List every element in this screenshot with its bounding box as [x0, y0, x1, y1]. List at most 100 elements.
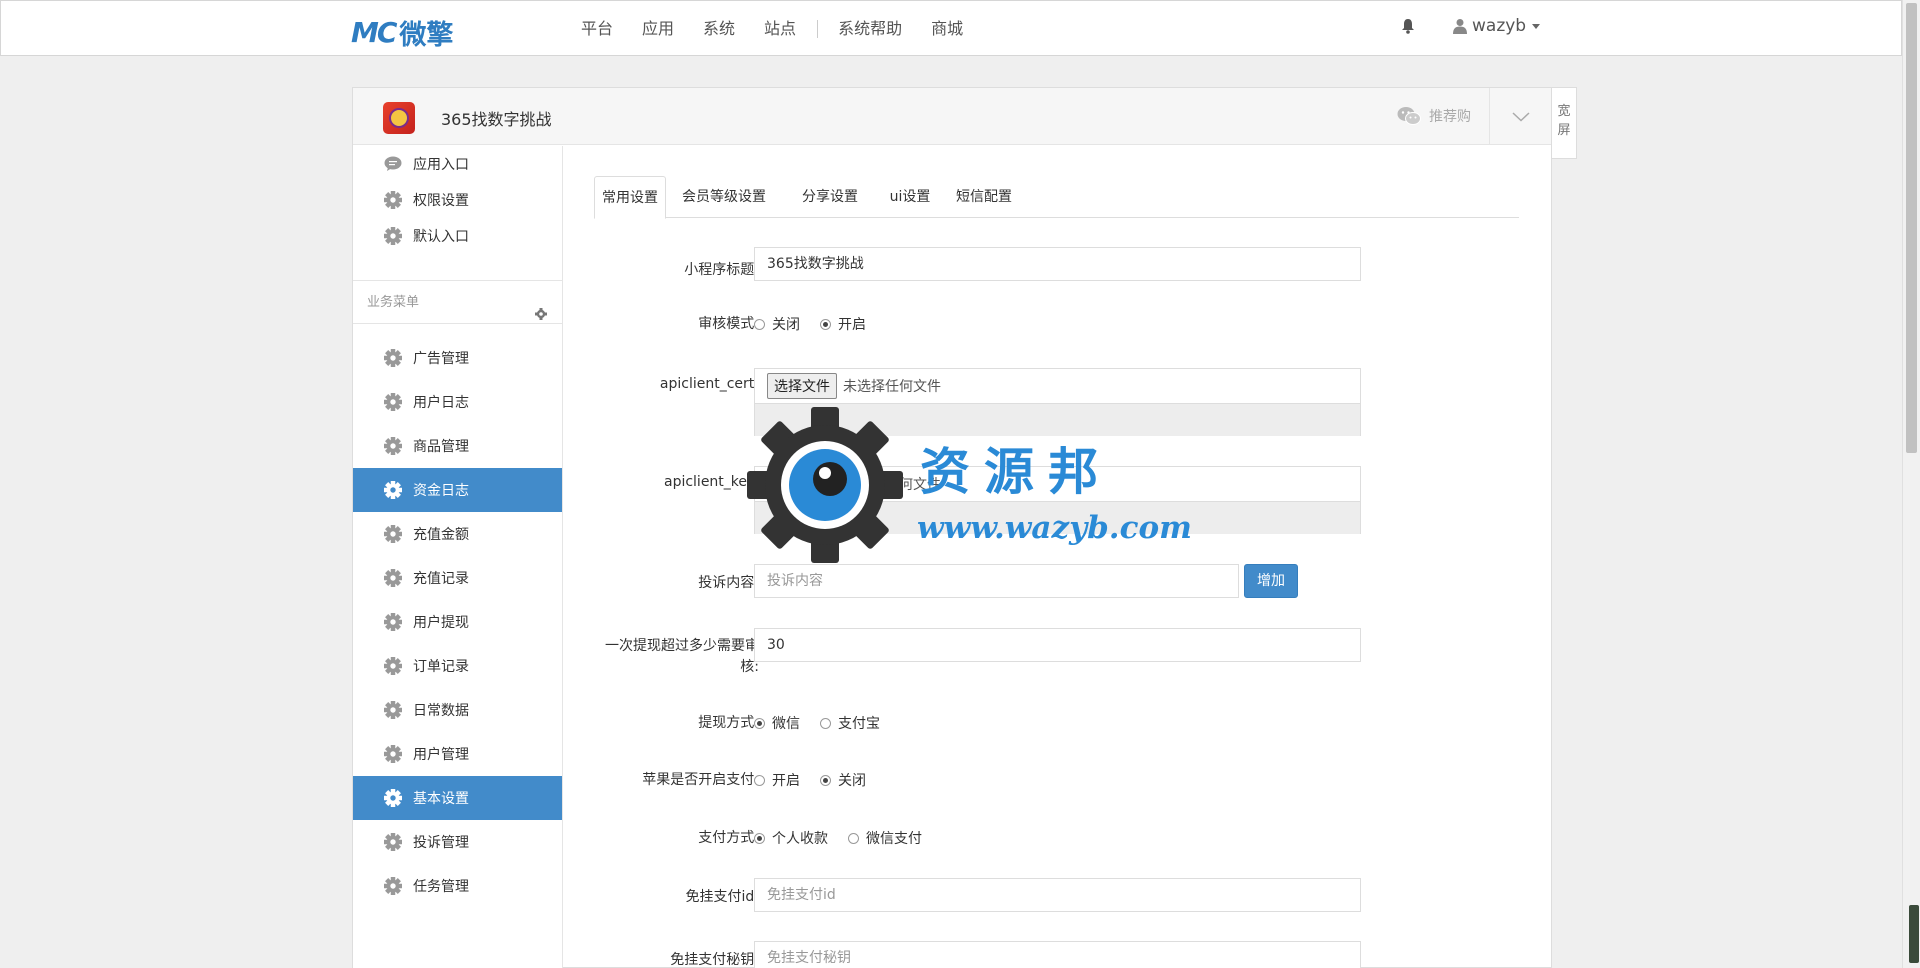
sidebar-item-label: 权限设置	[413, 193, 469, 209]
tab-sms[interactable]: 短信配置	[942, 176, 1026, 218]
audit-off-option[interactable]: 关闭	[754, 314, 800, 334]
cert-label: apiclient_cert:	[659, 376, 759, 392]
complaint-input[interactable]: 投诉内容	[754, 564, 1239, 598]
radio-icon	[754, 318, 765, 330]
caret-down-icon	[1532, 23, 1541, 29]
widescreen-toggle[interactable]: 宽屏	[1552, 87, 1577, 159]
top-nav: 平台 应用 系统 站点 系统帮助 商城	[581, 18, 992, 40]
sidebar-item[interactable]: 任务管理	[353, 864, 562, 908]
sidebar-item[interactable]: 日常数据	[353, 688, 562, 732]
top-navbar: MC 微擎 平台 应用 系统 站点 系统帮助 商城 wazyb	[0, 0, 1902, 56]
audit-on-label: 开启	[838, 317, 866, 333]
withdraw-way-label-wrap: 提现方式:	[582, 712, 759, 732]
free-id-input[interactable]: 免挂支付id	[754, 878, 1361, 912]
withdraw-wechat-option[interactable]: 微信	[754, 713, 800, 733]
title-input[interactable]: 365找数字挑战	[754, 247, 1361, 281]
nav-apps[interactable]: 应用	[642, 18, 674, 40]
apple-on-label: 开启	[772, 773, 800, 789]
radio-icon	[754, 774, 765, 786]
sidebar-item[interactable]: 基本设置	[353, 776, 562, 820]
logo-text: 微擎	[399, 20, 454, 51]
sidebar-item[interactable]: 用户管理	[353, 732, 562, 776]
gear-icon	[383, 436, 403, 456]
cert-file-box: 选择文件 未选择任何文件	[754, 368, 1361, 436]
sidebar-item-label: 充值记录	[413, 571, 469, 587]
radio-checked-icon	[820, 774, 831, 786]
floating-widget[interactable]	[1909, 905, 1919, 963]
scroll-thumb[interactable]	[1906, 3, 1917, 453]
withdraw-alipay-label: 支付宝	[838, 716, 880, 732]
apple-label: 苹果是否开启支付:	[642, 772, 759, 788]
sidebar-item[interactable]: 订单记录	[353, 644, 562, 688]
group-gear-icon[interactable]	[535, 295, 547, 339]
apple-off-label: 关闭	[838, 773, 866, 789]
user-menu[interactable]: wazyb	[1453, 16, 1541, 36]
gear-icon	[383, 832, 403, 852]
withdraw-alipay-option[interactable]: 支付宝	[820, 713, 880, 733]
radio-checked-icon	[754, 832, 765, 844]
nav-help[interactable]: 系统帮助	[838, 18, 902, 40]
key-textarea[interactable]	[755, 501, 1360, 534]
sidebar-item-label: 用户提现	[413, 615, 469, 631]
tab-ui[interactable]: ui设置	[878, 176, 942, 218]
gear-icon	[383, 524, 403, 544]
add-complaint-button[interactable]: 增加	[1244, 564, 1298, 598]
sidebar-item-label: 基本设置	[413, 791, 469, 807]
page-scrollbar[interactable]	[1902, 0, 1920, 968]
gear-icon	[383, 656, 403, 676]
sidebar: 应用入口 权限设置 默认入口 业务菜单 广告管理 用户日志 商品管理 资金日志 充值金额 充值记录…	[353, 146, 563, 968]
pay-way-radio-group: 个人收款 微信支付	[754, 828, 942, 848]
free-secret-label: 免挂支付秘钥:	[670, 952, 759, 968]
key-file-status: 未选择任何文件	[843, 477, 941, 493]
gear-icon	[383, 568, 403, 588]
chat-icon	[383, 154, 403, 174]
collapse-toggle[interactable]	[1489, 88, 1551, 145]
share-button[interactable]: 推荐购	[1397, 106, 1471, 126]
sidebar-item[interactable]: 广告管理	[353, 336, 562, 380]
sidebar-item[interactable]: 充值金额	[353, 512, 562, 556]
sidebar-item-label: 应用入口	[413, 157, 469, 173]
free-secret-label-wrap: 免挂支付秘钥:	[582, 949, 759, 968]
nav-site[interactable]: 站点	[764, 18, 796, 40]
title-label-wrap: 小程序标题:	[582, 252, 759, 286]
key-label: apiclient_key:	[663, 474, 759, 490]
sidebar-item[interactable]: 用户提现	[353, 600, 562, 644]
tab-share[interactable]: 分享设置	[782, 176, 878, 218]
brand-logo[interactable]: MC 微擎	[351, 13, 453, 52]
cert-textarea[interactable]	[755, 403, 1360, 436]
sidebar-item[interactable]: 投诉管理	[353, 820, 562, 864]
tab-member-level[interactable]: 会员等级设置	[666, 176, 782, 218]
withdraw-audit-input[interactable]: 30	[754, 628, 1361, 662]
gear-icon	[383, 744, 403, 764]
pay-personal-label: 个人收款	[772, 831, 828, 847]
nav-system[interactable]: 系统	[703, 18, 735, 40]
sidebar-item[interactable]: 用户日志	[353, 380, 562, 424]
cert-file-status: 未选择任何文件	[843, 379, 941, 395]
sidebar-item[interactable]: 充值记录	[353, 556, 562, 600]
nav-store[interactable]: 商城	[931, 18, 963, 40]
sidebar-item-label: 任务管理	[413, 879, 469, 895]
bell-icon[interactable]	[1401, 18, 1415, 38]
apple-radio-group: 开启 关闭	[754, 770, 886, 790]
free-secret-input[interactable]: 免挂支付秘钥	[754, 941, 1361, 968]
user-name: wazyb	[1472, 16, 1527, 36]
nav-platform[interactable]: 平台	[581, 18, 613, 40]
tab-general[interactable]: 常用设置	[594, 176, 666, 219]
nav-divider	[817, 20, 819, 38]
pay-personal-option[interactable]: 个人收款	[754, 828, 828, 848]
key-choose-file-button[interactable]: 选择文件	[767, 471, 837, 497]
sidebar-item-label: 日常数据	[413, 703, 469, 719]
sidebar-item[interactable]: 商品管理	[353, 424, 562, 468]
app-icon	[383, 102, 415, 134]
withdraw-audit-label-line1: 一次提现超过多少需要审	[605, 638, 759, 654]
sidebar-item[interactable]: 资金日志	[353, 468, 562, 512]
pay-wechat-option[interactable]: 微信支付	[848, 828, 922, 848]
sidebar-item-label: 广告管理	[413, 351, 469, 367]
withdraw-way-label: 提现方式:	[698, 715, 759, 731]
sidebar-item-default-entry[interactable]: 默认入口	[353, 214, 562, 258]
audit-on-option[interactable]: 开启	[820, 314, 866, 334]
apple-on-option[interactable]: 开启	[754, 770, 800, 790]
cert-choose-file-button[interactable]: 选择文件	[767, 373, 837, 399]
apple-off-option[interactable]: 关闭	[820, 770, 866, 790]
audit-label-wrap: 审核模式:	[582, 313, 759, 333]
